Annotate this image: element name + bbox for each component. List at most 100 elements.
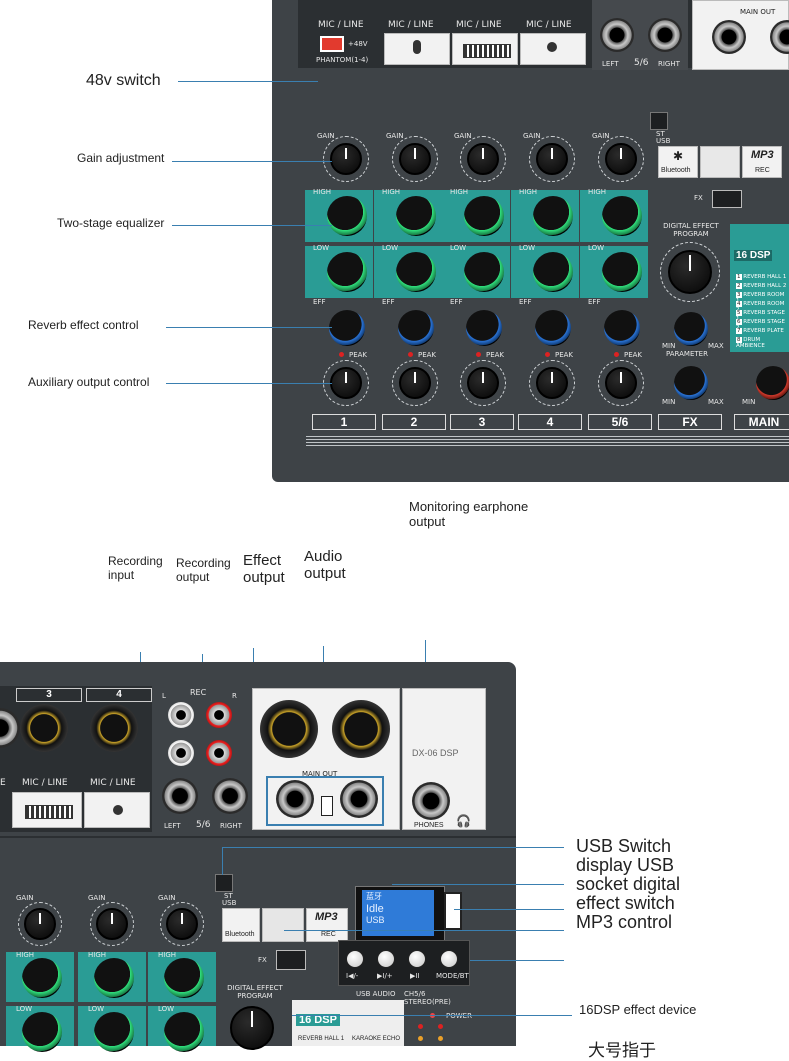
phantom-48v-label: +48V — [348, 40, 368, 48]
gain-knob[interactable] — [467, 143, 499, 175]
eff-label: EFF — [519, 298, 532, 306]
bottom-gain-knob[interactable] — [96, 908, 128, 940]
peak-label: PEAK — [555, 351, 574, 359]
rec-input-l-rca[interactable] — [168, 702, 194, 728]
bottom-effect-1: REVERB HALL 1 — [298, 1036, 345, 1042]
combo-jack-3[interactable] — [20, 704, 68, 752]
aux-knob[interactable] — [467, 367, 499, 399]
meter-led-4 — [438, 1036, 443, 1041]
eq-low-knob[interactable] — [396, 252, 436, 292]
bottom-gain-label: GAIN — [16, 894, 34, 902]
main-out-jack-l[interactable] — [712, 20, 746, 54]
bottom-right-label: RIGHT — [220, 822, 242, 830]
bottom-st-usb-switch[interactable] — [215, 874, 233, 892]
main-out-xlr-l[interactable] — [260, 700, 318, 758]
param-max: MAX — [708, 342, 724, 350]
bottom-gain-knob[interactable] — [166, 908, 198, 940]
bottom-left-jack[interactable] — [162, 778, 198, 814]
rec-output-r-rca[interactable] — [206, 740, 232, 766]
ch3-label-box: 3 — [16, 688, 82, 702]
bottom-high-label: HIGH — [16, 951, 35, 959]
main-level-knob[interactable] — [756, 366, 789, 400]
stereo-pre-label: STEREO(PRE) — [404, 998, 451, 1006]
rec-input-r-rca[interactable] — [206, 702, 232, 728]
callout-aux: Auxiliary output control — [28, 375, 150, 389]
bottom-eq-low-knob[interactable] — [22, 1012, 62, 1052]
bottom-guitar-box — [84, 792, 150, 828]
bottom-effect-2: KARAOKE ECHO — [352, 1036, 401, 1042]
stereo-left-jack[interactable] — [600, 18, 634, 52]
usb-audio-label: USB AUDIO — [356, 990, 396, 998]
mode-bt-button[interactable] — [440, 950, 458, 968]
bottom-gain-knob[interactable] — [24, 908, 56, 940]
callout-effect-output: Effect output — [243, 552, 285, 586]
callout-display-usb: display USB — [576, 855, 675, 875]
aux-knob[interactable] — [399, 367, 431, 399]
bottom-right-jack[interactable] — [212, 778, 248, 814]
main-out-jack-l-bottom[interactable] — [276, 780, 314, 818]
gain-label: GAIN — [386, 132, 404, 140]
combo-jack-4[interactable] — [90, 704, 138, 752]
eq-high-knob[interactable] — [602, 196, 642, 236]
keyboard-icon — [463, 44, 511, 58]
low-label: LOW — [313, 244, 330, 252]
gain-knob[interactable] — [536, 143, 568, 175]
eq-low-knob[interactable] — [327, 252, 367, 292]
main-out-jack-r-bottom[interactable] — [340, 780, 378, 818]
phantom-48v-switch[interactable] — [320, 36, 344, 52]
phones-jack[interactable] — [412, 782, 450, 820]
aux-knob[interactable] — [330, 367, 362, 399]
reverb-knob[interactable] — [466, 310, 502, 346]
next-button[interactable] — [377, 950, 395, 968]
bottom-fx-switch[interactable] — [276, 950, 306, 970]
bottom-gain-label: GAIN — [158, 894, 176, 902]
channel-number-56: 5/6 — [588, 414, 652, 430]
callout-audio-output: Audio output — [304, 548, 346, 582]
mic-line-label-3: MIC / LINE — [456, 20, 502, 30]
eq-low-knob[interactable] — [464, 252, 504, 292]
low-label: LOW — [450, 244, 467, 252]
eq-high-knob[interactable] — [327, 196, 367, 236]
usb-socket[interactable] — [444, 892, 462, 930]
bottom-eq-high-knob[interactable] — [94, 958, 134, 998]
line-mp3 — [470, 960, 564, 961]
param-min: MIN — [662, 342, 676, 350]
bottom-divider — [0, 836, 516, 838]
rec-output-l-rca[interactable] — [168, 740, 194, 766]
stereo-right-jack[interactable] — [648, 18, 682, 52]
reverb-knob[interactable] — [604, 310, 640, 346]
gain-label: GAIN — [454, 132, 472, 140]
high-label: HIGH — [313, 188, 332, 196]
play-pause-button[interactable] — [408, 950, 426, 968]
reverb-knob[interactable] — [398, 310, 434, 346]
aux-knob[interactable] — [605, 367, 637, 399]
gain-knob[interactable] — [605, 143, 637, 175]
eq-low-knob[interactable] — [533, 252, 573, 292]
fx-level-knob[interactable] — [674, 366, 708, 400]
reverb-knob[interactable] — [329, 310, 365, 346]
bottom-eq-high-knob[interactable] — [164, 958, 204, 998]
channel-number-fx: FX — [658, 414, 722, 430]
bottom-eq-high-knob[interactable] — [22, 958, 62, 998]
eq-low-knob[interactable] — [602, 252, 642, 292]
main-out-xlr-r[interactable] — [332, 700, 390, 758]
channel-number-main: MAIN — [734, 414, 789, 430]
bottom-effect-program-knob[interactable] — [230, 1006, 274, 1050]
reverb-knob[interactable] — [535, 310, 571, 346]
bottom-eq-low-knob[interactable] — [94, 1012, 134, 1052]
bottom-eq-low-knob[interactable] — [164, 1012, 204, 1052]
aux-knob[interactable] — [536, 367, 568, 399]
gain-knob[interactable] — [399, 143, 431, 175]
parameter-knob[interactable] — [674, 312, 708, 346]
st-usb-switch[interactable] — [650, 112, 668, 130]
eq-high-knob[interactable] — [533, 196, 573, 236]
peak-led — [545, 352, 550, 357]
guitar-icon-bottom — [113, 805, 123, 815]
callout-48v-switch: 48v switch — [86, 72, 161, 89]
gain-knob[interactable] — [330, 143, 362, 175]
eq-high-knob[interactable] — [396, 196, 436, 236]
gain-label: GAIN — [317, 132, 335, 140]
eq-high-knob[interactable] — [464, 196, 504, 236]
prev-button[interactable] — [346, 950, 364, 968]
fx-switch[interactable] — [712, 190, 742, 208]
